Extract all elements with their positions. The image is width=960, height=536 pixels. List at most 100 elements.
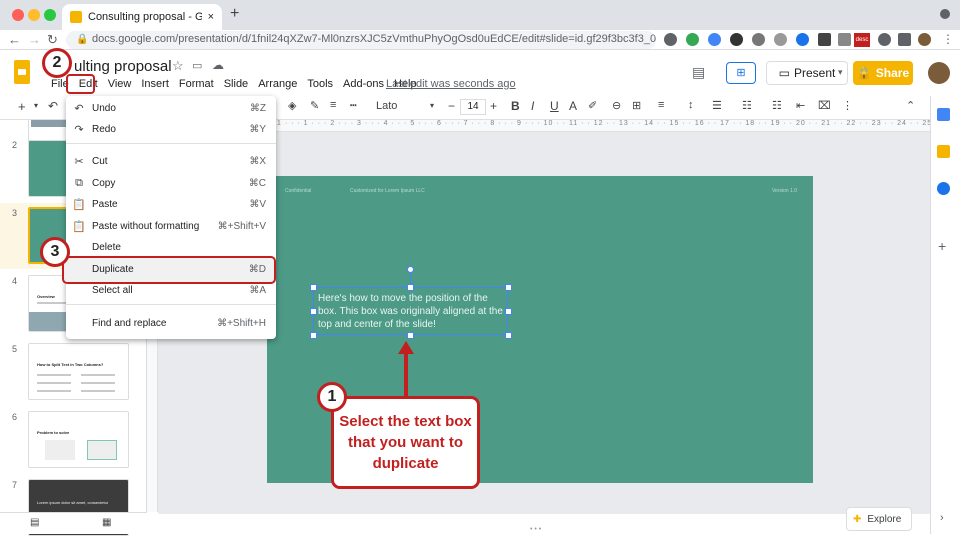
chevron-right-icon[interactable]: ›	[940, 512, 944, 524]
menu-item-label: Find and replace	[92, 317, 167, 329]
doc-title[interactable]: ulting proposal	[74, 58, 172, 75]
undo-icon[interactable]: ↶	[48, 99, 58, 113]
resize-handle[interactable]	[310, 308, 317, 315]
extension-icon[interactable]	[796, 33, 809, 46]
url-input[interactable]: docs.google.com/presentation/d/1fnil24qX…	[66, 31, 656, 49]
explore-button[interactable]: ✚ Explore	[846, 507, 912, 531]
thumbnail-title: Problem to solve	[37, 430, 70, 435]
forward-icon[interactable]: →	[28, 32, 41, 47]
resize-handle[interactable]	[505, 308, 512, 315]
explore-label: Explore	[867, 513, 902, 525]
puzzle-icon[interactable]	[898, 33, 911, 46]
grid-view-icon[interactable]: ▦	[102, 517, 111, 528]
resize-handle[interactable]	[407, 332, 414, 339]
browser-menu-icon[interactable]	[940, 9, 950, 19]
share-button[interactable]: 🔒 Share	[853, 61, 913, 85]
browser-tab[interactable]: Consulting proposal - Google S ×	[62, 4, 222, 30]
text-color-icon[interactable]: A	[569, 99, 577, 113]
slide-header-left: Confidential	[285, 188, 312, 194]
add-addon-icon[interactable]: +	[938, 238, 946, 254]
resize-handle[interactable]	[310, 332, 317, 339]
more-icon[interactable]: ⋮	[942, 32, 954, 46]
extension-icon[interactable]	[818, 33, 831, 46]
highlight-icon[interactable]: ✐	[588, 99, 597, 112]
menu-item-find-replace[interactable]: Find and replace ⌘+Shift+H	[66, 313, 276, 333]
resize-handle[interactable]	[505, 284, 512, 291]
extension-icon[interactable]	[664, 33, 677, 46]
extension-icon[interactable]	[730, 33, 743, 46]
menu-item-select-all[interactable]: Select all ⌘A	[66, 280, 276, 300]
menu-tools[interactable]: Tools	[302, 78, 338, 90]
desc-extension-icon[interactable]: desc	[854, 33, 870, 47]
slides-logo-icon[interactable]	[14, 60, 30, 84]
italic-icon[interactable]: I	[531, 99, 534, 113]
font-size-input[interactable]: 14	[460, 99, 486, 115]
calendar-icon[interactable]	[937, 108, 950, 121]
meet-present-icon[interactable]: ⊞	[726, 62, 756, 84]
font-select[interactable]: Lato	[376, 100, 397, 112]
more-options-icon[interactable]: ⋮	[842, 99, 853, 112]
bulleted-list-icon[interactable]: ☷	[742, 99, 752, 112]
filmstrip-view-icon[interactable]: ▤	[30, 517, 39, 528]
fill-color-icon[interactable]: ◈	[288, 99, 296, 112]
resize-handle[interactable]	[407, 284, 414, 291]
decrease-indent-icon[interactable]: ⇤	[796, 99, 805, 112]
extension-icon[interactable]	[708, 33, 721, 46]
minimize-window-icon[interactable]	[28, 9, 40, 21]
slide-thumbnail-5[interactable]: How to Split Text in Two Columns?	[28, 343, 129, 400]
menu-item-duplicate[interactable]: Duplicate ⌘D	[66, 259, 276, 279]
star-icon[interactable]: ☆	[172, 58, 184, 74]
extension-icon[interactable]	[838, 33, 851, 46]
border-weight-icon[interactable]: ≡	[330, 99, 336, 111]
checklist-icon[interactable]: ☰	[712, 99, 722, 112]
avatar[interactable]	[928, 62, 950, 84]
back-icon[interactable]: ←	[8, 32, 21, 47]
resize-grip-icon[interactable]: • • •	[530, 526, 541, 533]
menu-format[interactable]: Format	[174, 78, 219, 90]
present-dropdown-icon[interactable]: ▾	[838, 67, 843, 78]
line-spacing-icon[interactable]: ↕	[688, 99, 694, 111]
menu-insert[interactable]: Insert	[136, 78, 174, 90]
reload-icon[interactable]: ↻	[47, 32, 58, 48]
resize-handle[interactable]	[505, 332, 512, 339]
maximize-window-icon[interactable]	[44, 9, 56, 21]
rotate-handle[interactable]	[407, 266, 414, 273]
extension-icon[interactable]	[774, 33, 787, 46]
clear-formatting-icon[interactable]: ⌧	[818, 99, 831, 112]
border-color-icon[interactable]: ✎	[310, 99, 319, 112]
menu-addons[interactable]: Add-ons	[338, 78, 389, 90]
profile-icon[interactable]	[918, 33, 931, 46]
resize-handle[interactable]	[310, 284, 317, 291]
numbered-list-icon[interactable]: ☷	[772, 99, 782, 112]
chevron-down-icon[interactable]: ▾	[430, 101, 434, 110]
side-panel	[930, 96, 960, 534]
slide-thumbnail-6[interactable]: Problem to solve	[28, 411, 129, 468]
chevron-down-icon[interactable]: ▾	[34, 101, 38, 110]
extension-icon[interactable]	[686, 33, 699, 46]
decrease-size-icon[interactable]: −	[448, 99, 455, 113]
extension-icon[interactable]	[878, 33, 891, 46]
menu-view[interactable]: View	[103, 78, 137, 90]
comment-icon[interactable]: ⊞	[632, 99, 641, 112]
extension-icon[interactable]	[752, 33, 765, 46]
collapse-toolbar-icon[interactable]: ⌃	[906, 99, 915, 112]
keep-icon[interactable]	[937, 145, 950, 158]
new-slide-icon[interactable]: +	[18, 99, 26, 114]
increase-size-icon[interactable]: +	[490, 99, 497, 113]
bold-icon[interactable]: B	[511, 99, 520, 113]
tasks-icon[interactable]	[937, 182, 950, 195]
text-box-content[interactable]: Here's how to move the position of the b…	[318, 292, 506, 331]
present-button[interactable]: ▭ Present	[766, 61, 848, 85]
close-tab-icon[interactable]: ×	[208, 11, 214, 23]
comments-icon[interactable]: ▤	[692, 64, 705, 81]
underline-icon[interactable]: U	[550, 99, 559, 113]
last-edit-link[interactable]: Last edit was seconds ago	[386, 78, 516, 90]
menu-arrange[interactable]: Arrange	[253, 78, 302, 90]
new-tab-button[interactable]: +	[230, 5, 239, 23]
link-icon[interactable]: ⊖	[612, 99, 621, 112]
move-folder-icon[interactable]: ▭	[192, 59, 202, 72]
close-window-icon[interactable]	[12, 9, 24, 21]
border-dash-icon[interactable]: ┅	[350, 99, 357, 112]
align-icon[interactable]: ≡	[658, 99, 664, 111]
menu-slide[interactable]: Slide	[219, 78, 253, 90]
